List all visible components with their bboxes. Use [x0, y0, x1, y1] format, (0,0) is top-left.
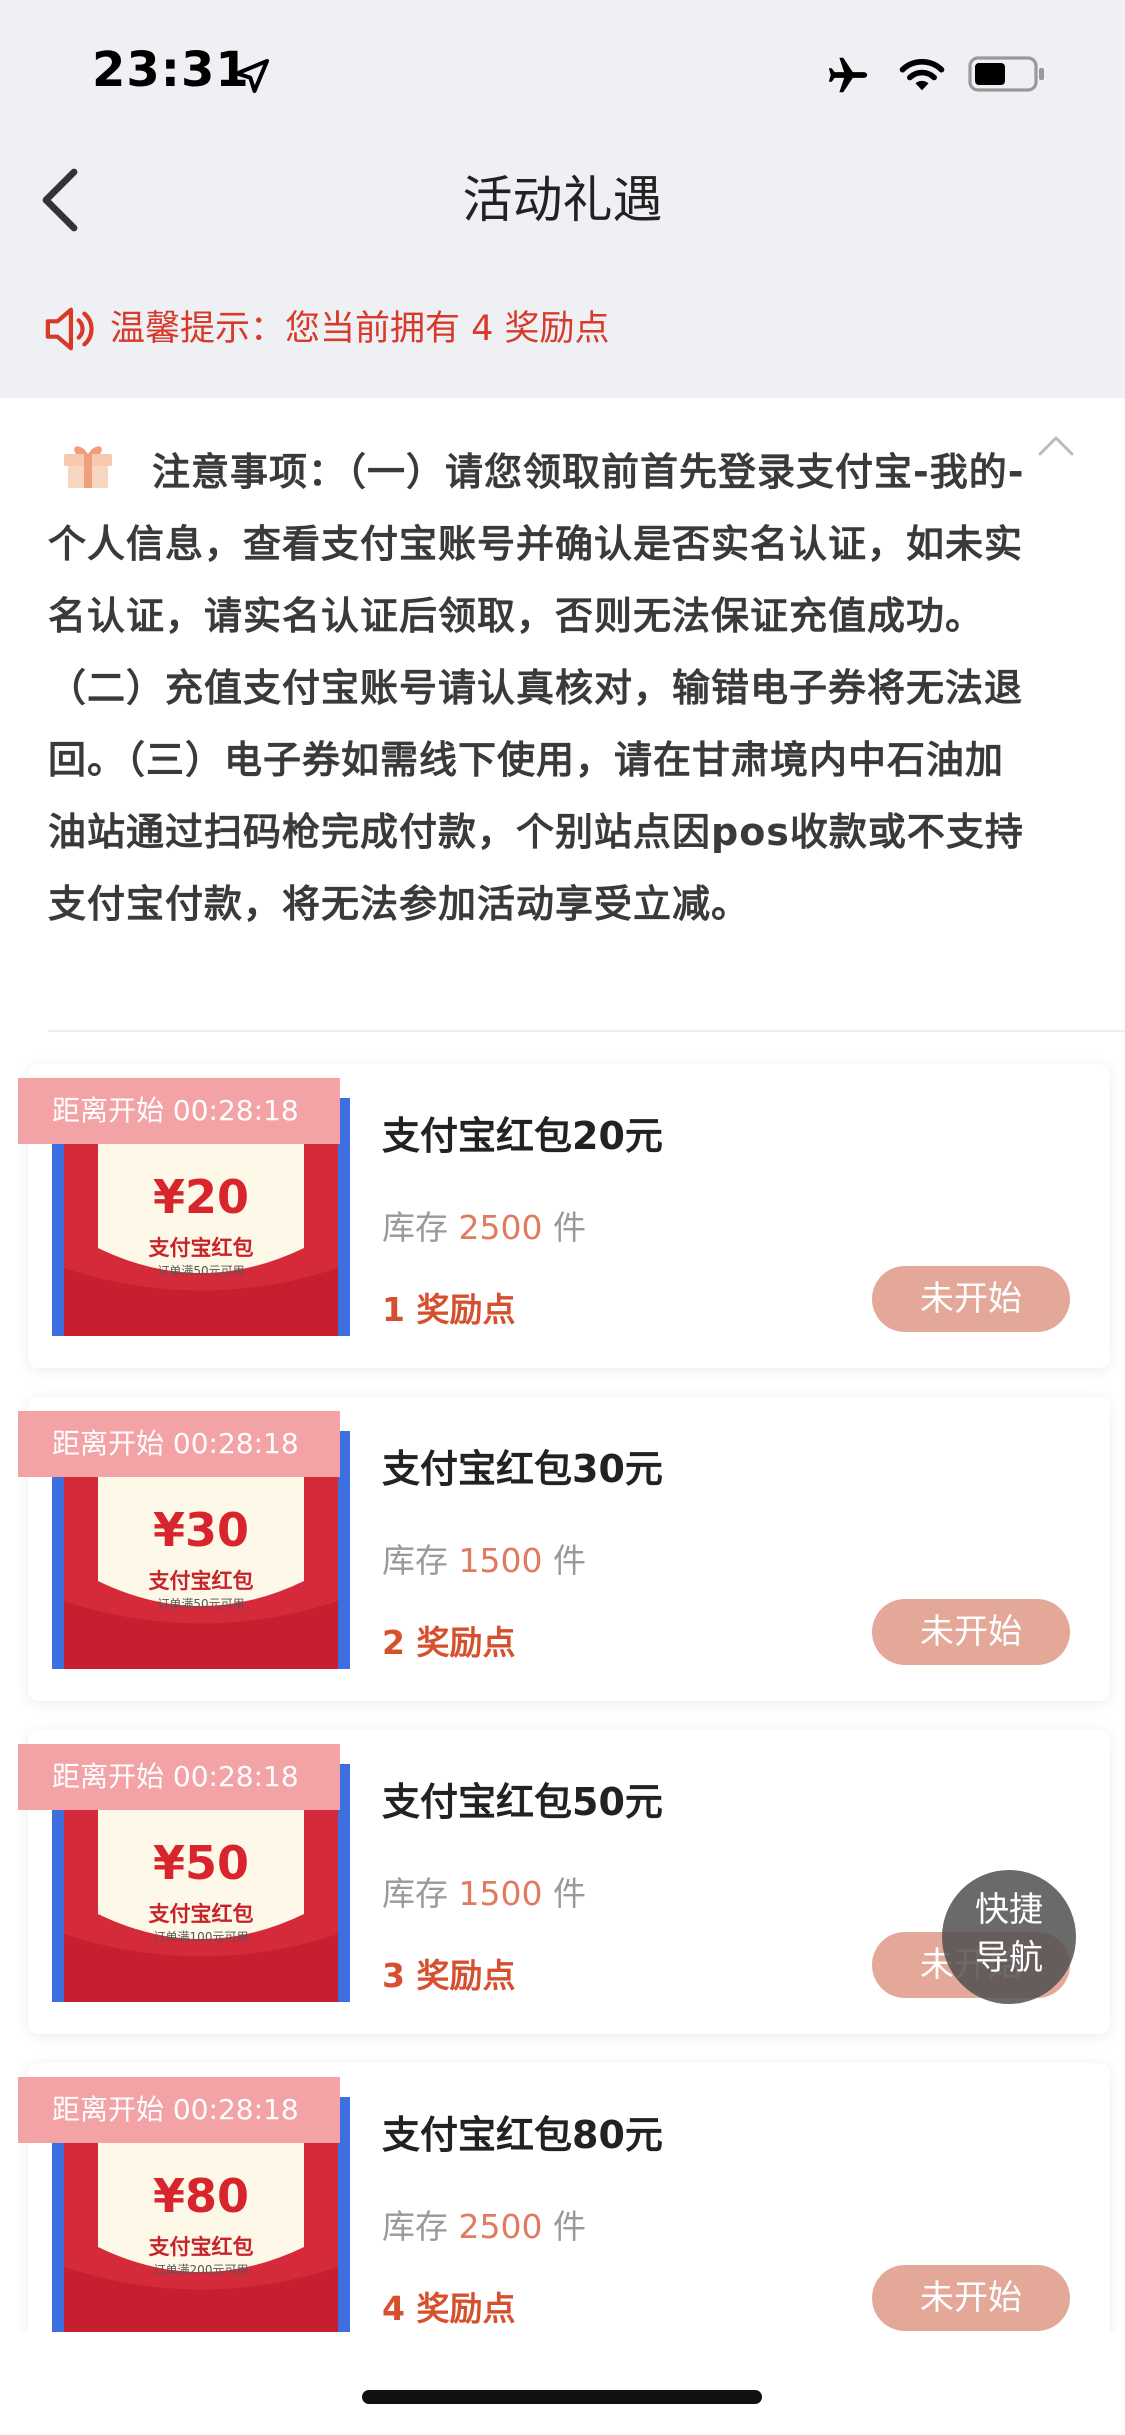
thumb-amount: ¥80: [152, 2169, 250, 2223]
stock-unit: 件: [552, 1208, 586, 1247]
countdown-badge: 距离开始 00:28:18: [18, 1411, 340, 1477]
airplane-icon: [828, 57, 868, 93]
stock-count: 2500: [458, 1208, 543, 1247]
stock-label: 库存: [382, 1874, 448, 1913]
home-indicator[interactable]: [362, 2390, 762, 2404]
stock-count: 1500: [458, 1874, 543, 1913]
notes-section: 注意事项：（一）请您领取前首先登录支付宝-我的-个人信息，查看支付宝账号并确认是…: [0, 398, 1125, 1032]
coupon-stock: 库存 1500 件: [382, 1537, 586, 1585]
thumb-amount: ¥50: [152, 1836, 250, 1890]
countdown-badge: 距离开始 00:28:18: [18, 1744, 340, 1810]
thumb-sub: 订单满50元可用: [157, 1597, 245, 1611]
coupon-title: 支付宝红包20元: [382, 1114, 663, 1158]
thumb-sub: 订单满100元可用: [153, 1930, 249, 1944]
quick-nav-label-2: 导航: [975, 1938, 1043, 1978]
notice-text: 温馨提示：您当前拥有 4 奖励点: [110, 309, 610, 349]
page-title: 活动礼遇: [462, 171, 663, 229]
countdown-badge: 距离开始 00:28:18: [18, 2077, 340, 2143]
coupon-points: 1 奖励点: [382, 1290, 516, 1329]
nav-bar: 活动礼遇: [0, 140, 1125, 260]
thumb-amount: ¥20: [152, 1170, 250, 1224]
coupon-title: 支付宝红包80元: [382, 2113, 663, 2157]
thumb-label: 支付宝红包: [148, 1902, 254, 1926]
location-arrow-icon: [235, 59, 269, 93]
coupon-card[interactable]: ¥20 支付宝红包 订单满50元可用 距离开始 00:28:18 支付宝红包20…: [18, 1064, 1110, 1368]
coupon-stock: 库存 1500 件: [382, 1870, 586, 1918]
thumb-label: 支付宝红包: [148, 1236, 254, 1260]
coupon-title: 支付宝红包30元: [382, 1447, 663, 1491]
countdown-badge: 距离开始 00:28:18: [18, 1078, 340, 1144]
thumb-sub: 订单满50元可用: [157, 1264, 245, 1278]
thumb-amount: ¥30: [152, 1503, 250, 1557]
coupon-card[interactable]: ¥50 支付宝红包 订单满100元可用 距离开始 00:28:18 支付宝红包5…: [18, 1730, 1110, 2034]
not-started-button[interactable]: 未开始: [872, 2265, 1070, 2331]
bottom-safe-area: [0, 2332, 1125, 2435]
stock-unit: 件: [552, 1874, 586, 1913]
coupon-points: 2 奖励点: [382, 1623, 516, 1662]
stock-count: 1500: [458, 1541, 543, 1580]
thumb-label: 支付宝红包: [148, 1569, 254, 1593]
coupon-stock: 库存 2500 件: [382, 1204, 586, 1252]
notice-bar: 温馨提示：您当前拥有 4 奖励点: [0, 290, 1125, 366]
status-bar: 23:31: [0, 0, 1125, 140]
battery-icon: [968, 56, 1044, 92]
coupon-points: 3 奖励点: [382, 1956, 516, 1995]
divider: [48, 1030, 1125, 1032]
coupon-stock: 库存 2500 件: [382, 2203, 586, 2251]
thumb-sub: 订单满200元可用: [153, 2263, 249, 2277]
stock-label: 库存: [382, 1208, 448, 1247]
chevron-up-icon[interactable]: [1036, 432, 1076, 460]
coupon-title: 支付宝红包50元: [382, 1780, 663, 1824]
stock-count: 2500: [458, 2207, 543, 2246]
not-started-button[interactable]: 未开始: [872, 1266, 1070, 1332]
quick-nav-label-1: 快捷: [975, 1890, 1043, 1930]
stock-label: 库存: [382, 2207, 448, 2246]
coupon-card[interactable]: ¥80 支付宝红包 订单满200元可用 距离开始 00:28:18 支付宝红包8…: [18, 2063, 1110, 2367]
coupon-points: 4 奖励点: [382, 2289, 516, 2328]
stock-unit: 件: [552, 1541, 586, 1580]
stock-unit: 件: [552, 2207, 586, 2246]
wifi-icon: [899, 59, 945, 91]
speaker-icon: [45, 307, 94, 351]
not-started-button[interactable]: 未开始: [872, 1599, 1070, 1665]
quick-nav-button[interactable]: 快捷 导航: [942, 1870, 1076, 2004]
notes-text: 注意事项：（一）请您领取前首先登录支付宝-我的-个人信息，查看支付宝账号并确认是…: [48, 450, 1025, 926]
thumb-label: 支付宝红包: [148, 2235, 254, 2259]
coupon-card[interactable]: ¥30 支付宝红包 订单满50元可用 距离开始 00:28:18 支付宝红包30…: [18, 1397, 1110, 1701]
stock-label: 库存: [382, 1541, 448, 1580]
status-time: 23:31: [92, 42, 250, 98]
